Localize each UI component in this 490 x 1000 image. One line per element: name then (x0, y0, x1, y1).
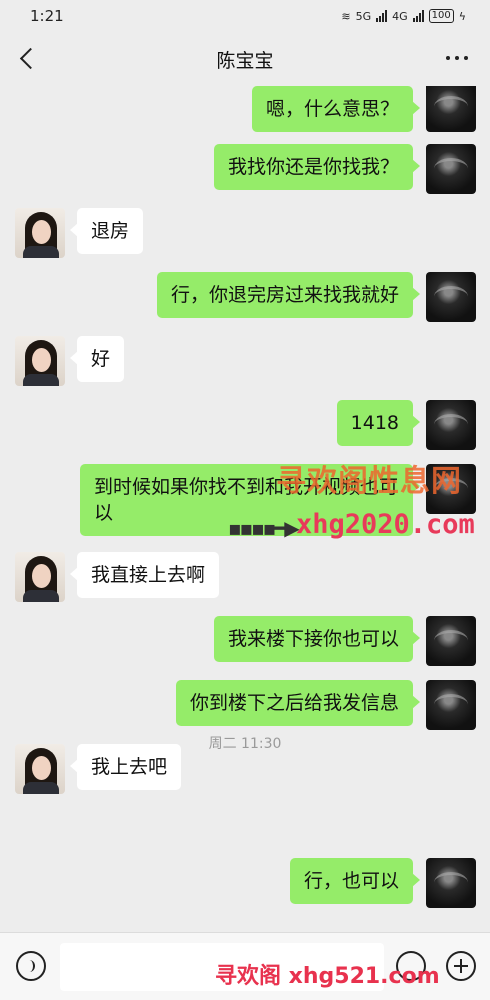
contact-avatar[interactable] (15, 552, 65, 602)
message-bubble[interactable]: 行，你退完房过来找我就好 (156, 272, 421, 318)
watermark-bottom: 寻欢阁 xhg521.com (215, 964, 440, 989)
back-icon[interactable] (14, 45, 42, 73)
message-bubble[interactable]: 我直接上去啊 (69, 552, 220, 598)
watermark-middle: xhg2020.com (296, 509, 475, 540)
message-bubble[interactable]: 1418 (336, 400, 421, 446)
my-avatar[interactable] (426, 858, 476, 908)
network-label-2: 4G (392, 9, 408, 23)
voice-icon[interactable] (16, 951, 46, 981)
watermark-top: 寻欢阁性息网 (276, 464, 462, 499)
chat-title: 陈宝宝 (216, 49, 274, 72)
my-avatar[interactable] (426, 680, 476, 730)
my-avatar[interactable] (426, 86, 476, 132)
message-bubble[interactable]: 我找你还是你找我？ (213, 144, 421, 190)
charging-icon: ϟ (458, 9, 466, 23)
message-bubble[interactable]: 好 (69, 336, 125, 382)
chat-header: 陈宝宝 (0, 32, 490, 86)
signal-icon (376, 10, 388, 22)
my-avatar[interactable] (426, 144, 476, 194)
plus-icon[interactable] (446, 951, 476, 981)
my-avatar[interactable] (426, 272, 476, 322)
signal-icon-2 (412, 10, 424, 22)
watermark-arrow-icon: ▪▪▪▪━▶ (228, 516, 300, 540)
message-bubble[interactable]: 嗯，什么意思？ (251, 86, 421, 132)
my-avatar[interactable] (426, 400, 476, 450)
message-bubble[interactable]: 行，也可以 (289, 858, 421, 904)
contact-avatar[interactable] (15, 336, 65, 386)
message-bubble[interactable]: 你到楼下之后给我发信息 (175, 680, 421, 726)
status-icons: ≋ 5G 4G 100 ϟ (341, 9, 466, 23)
message-bubble[interactable]: 退房 (69, 208, 144, 254)
contact-avatar[interactable] (15, 208, 65, 258)
network-label-1: 5G (355, 9, 372, 23)
battery-icon: 100 (428, 9, 454, 23)
more-icon[interactable] (446, 56, 468, 60)
my-avatar[interactable] (426, 616, 476, 666)
status-time: 1:21 (30, 7, 64, 25)
message-bubble[interactable]: 我来楼下接你也可以 (213, 616, 421, 662)
time-stamp: 周二 11:30 (208, 736, 282, 752)
wifi-icon: ≋ (341, 9, 351, 23)
status-bar: 1:21 ≋ 5G 4G 100 ϟ (0, 0, 490, 32)
